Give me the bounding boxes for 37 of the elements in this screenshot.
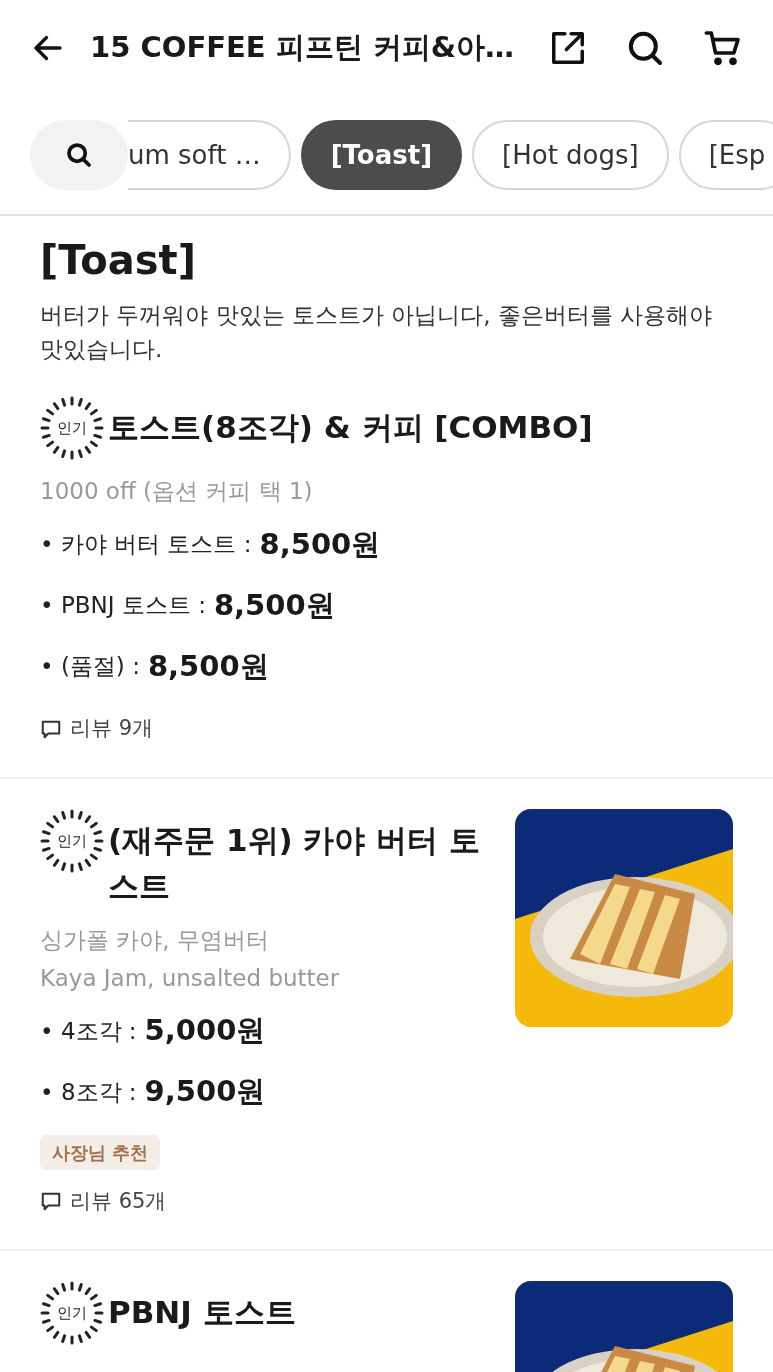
option-price: 5,000원 <box>144 1012 266 1050</box>
popular-label: 인기 <box>57 1304 87 1322</box>
sunburst-icon <box>40 396 104 460</box>
category-tab[interactable]: [Hot dogs] <box>472 120 669 190</box>
section-title: [Toast] <box>40 236 197 285</box>
option-label: • PBNJ 토스트 : <box>40 591 206 621</box>
review-count[interactable]: 리뷰 9개 <box>70 713 154 745</box>
sunburst-icon <box>40 1281 104 1345</box>
search-button[interactable] <box>30 120 128 190</box>
option-price: 9,500원 <box>144 1073 266 1111</box>
review-count[interactable]: 리뷰 65개 <box>70 1185 167 1217</box>
item-description: 1000 off (옵션 커피 택 1) <box>40 477 314 506</box>
search-icon <box>64 140 94 170</box>
option-label: • 8조각 : <box>40 1077 137 1107</box>
recommended-tag: 사장님 추천 <box>40 1134 161 1170</box>
menu-item-title[interactable]: (재주문 1위) 카야 버터 토스트 <box>108 816 499 909</box>
share-icon[interactable] <box>549 29 587 67</box>
option-label: • 4조각 : <box>40 1016 137 1046</box>
option-price: 8,500원 <box>259 525 381 563</box>
item-description: Kaya Jam, unsalted butter <box>40 963 341 993</box>
option-price: 8,500원 <box>213 586 335 624</box>
sunburst-icon <box>40 808 104 873</box>
category-tab[interactable]: [Toast] <box>300 120 463 190</box>
popular-label: 인기 <box>57 419 87 437</box>
speech-bubble-icon <box>40 1190 62 1213</box>
popular-label: 인기 <box>57 831 87 850</box>
category-tab[interactable]: [Esp <box>678 120 773 190</box>
option-label: • 카야 버터 토스트 : <box>40 530 252 560</box>
section-description: 버터가 두꺼워야 맛있는 토스트가 아닙니다, 좋은버터를 사용해야 맛있습니다. <box>40 301 714 364</box>
option-label: • (품절) : <box>40 652 140 682</box>
menu-item-title[interactable]: PBNJ 토스트 <box>108 1289 296 1335</box>
menu-item-title[interactable]: 토스트(8조각) & 커피 [COMBO] <box>108 404 593 450</box>
store-title: 15 COFFEE 피프틴 커피&아… <box>90 29 516 67</box>
category-tab[interactable]: um soft … <box>128 120 291 190</box>
option-price: 8,500원 <box>147 647 269 685</box>
item-description: 싱가폴 카야, 무염버터 <box>40 925 270 955</box>
cart-icon[interactable] <box>703 28 743 68</box>
